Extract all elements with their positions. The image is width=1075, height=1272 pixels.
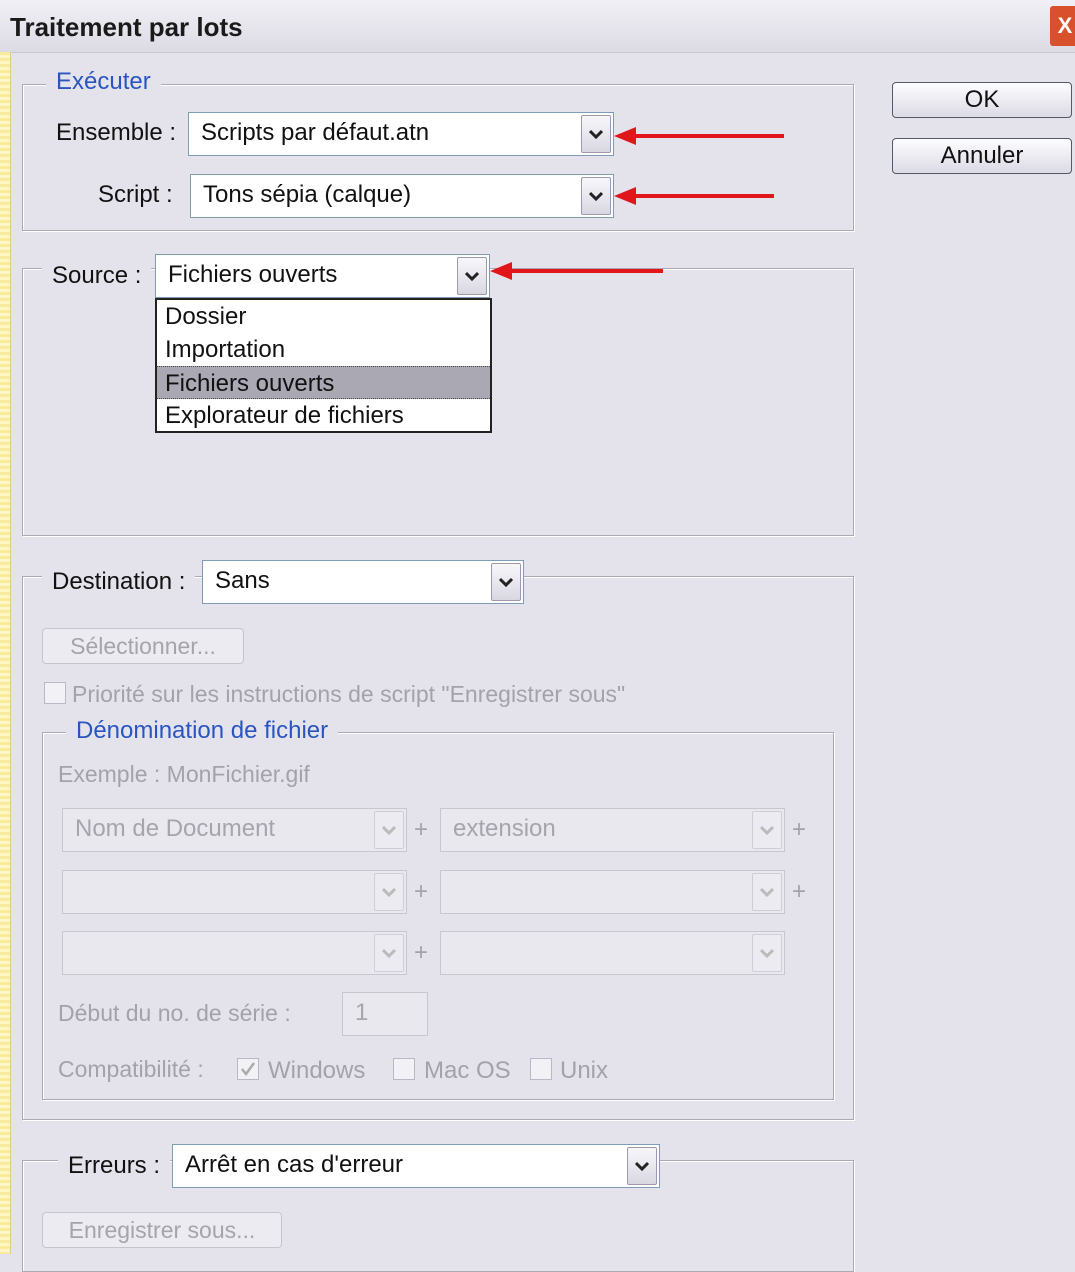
errors-select-value: Arrêt en cas d'erreur: [185, 1151, 404, 1178]
script-label: Script :: [98, 181, 173, 208]
macos-checkbox[interactable]: [393, 1058, 415, 1080]
execute-legend: Exécuter: [46, 68, 161, 96]
naming-field-5[interactable]: [62, 931, 407, 975]
override-save-as-checkbox[interactable]: [44, 682, 66, 704]
chevron-down-icon[interactable]: [491, 563, 521, 601]
naming-field-3[interactable]: [62, 870, 407, 914]
left-strip: [0, 52, 11, 1254]
window-title: Traitement par lots: [10, 12, 243, 42]
source-option-explorateur[interactable]: Explorateur de fichiers: [157, 399, 490, 432]
plus-sign: +: [414, 878, 429, 905]
chevron-down-icon[interactable]: [752, 873, 782, 911]
naming-field-1-value: Nom de Document: [75, 815, 276, 842]
annotation-arrow-icon: [614, 187, 774, 205]
set-label: Ensemble :: [56, 119, 177, 146]
source-option-dossier[interactable]: Dossier: [157, 300, 490, 333]
script-select[interactable]: Tons sépia (calque): [190, 174, 614, 218]
override-save-as-label: Priorité sur les instructions de script …: [72, 681, 626, 707]
source-label: Source :: [42, 262, 152, 290]
chevron-down-icon[interactable]: [374, 873, 404, 911]
windows-label: Windows: [268, 1057, 366, 1084]
destination-select[interactable]: Sans: [202, 560, 524, 604]
naming-example: Exemple : MonFichier.gif: [58, 761, 310, 787]
source-select-value: Fichiers ouverts: [168, 261, 338, 288]
destination-select-value: Sans: [215, 567, 270, 594]
errors-label: Erreurs :: [58, 1152, 171, 1180]
naming-legend: Dénomination de fichier: [66, 717, 339, 745]
windows-checkbox[interactable]: [237, 1058, 259, 1080]
chevron-down-icon[interactable]: [752, 811, 782, 849]
source-option-importation[interactable]: Importation: [157, 333, 490, 366]
chevron-down-icon[interactable]: [457, 257, 487, 295]
chevron-down-icon[interactable]: [374, 811, 404, 849]
serial-input[interactable]: 1: [342, 992, 428, 1036]
source-option-fichiers-ouverts[interactable]: Fichiers ouverts: [157, 366, 490, 399]
naming-field-6[interactable]: [440, 931, 785, 975]
check-icon: [241, 1062, 256, 1077]
close-button[interactable]: X: [1050, 6, 1075, 46]
annotation-arrow-icon: [490, 262, 663, 280]
errors-select[interactable]: Arrêt en cas d'erreur: [172, 1144, 660, 1188]
compat-label: Compatibilité :: [58, 1056, 204, 1082]
chevron-down-icon[interactable]: [627, 1147, 657, 1185]
destination-label: Destination :: [42, 568, 196, 596]
set-select[interactable]: Scripts par défaut.atn: [188, 112, 614, 156]
plus-sign: +: [414, 939, 429, 966]
source-dropdown-list: Dossier Importation Fichiers ouverts Exp…: [155, 298, 492, 433]
chevron-down-icon[interactable]: [374, 934, 404, 972]
plus-sign: +: [792, 816, 807, 843]
chevron-down-icon[interactable]: [581, 115, 611, 153]
errors-save-as-button[interactable]: Enregistrer sous...: [42, 1212, 282, 1248]
naming-field-2-value: extension: [453, 815, 556, 842]
select-folder-button[interactable]: Sélectionner...: [42, 628, 244, 664]
annotation-arrow-icon: [614, 127, 784, 145]
chevron-down-icon[interactable]: [581, 177, 611, 215]
plus-sign: +: [414, 816, 429, 843]
naming-field-4[interactable]: [440, 870, 785, 914]
naming-field-2[interactable]: extension: [440, 808, 785, 852]
script-select-value: Tons sépia (calque): [203, 181, 412, 208]
plus-sign: +: [792, 878, 807, 905]
source-select[interactable]: Fichiers ouverts: [155, 254, 490, 298]
set-select-value: Scripts par défaut.atn: [201, 119, 430, 146]
serial-label: Début du no. de série :: [58, 1000, 291, 1026]
unix-label: Unix: [560, 1057, 609, 1084]
close-icon: X: [1057, 13, 1073, 38]
naming-field-1[interactable]: Nom de Document: [62, 808, 407, 852]
macos-label: Mac OS: [424, 1057, 511, 1084]
chevron-down-icon[interactable]: [752, 934, 782, 972]
ok-button[interactable]: OK: [892, 82, 1072, 118]
unix-checkbox[interactable]: [530, 1058, 552, 1080]
cancel-button[interactable]: Annuler: [892, 138, 1072, 174]
